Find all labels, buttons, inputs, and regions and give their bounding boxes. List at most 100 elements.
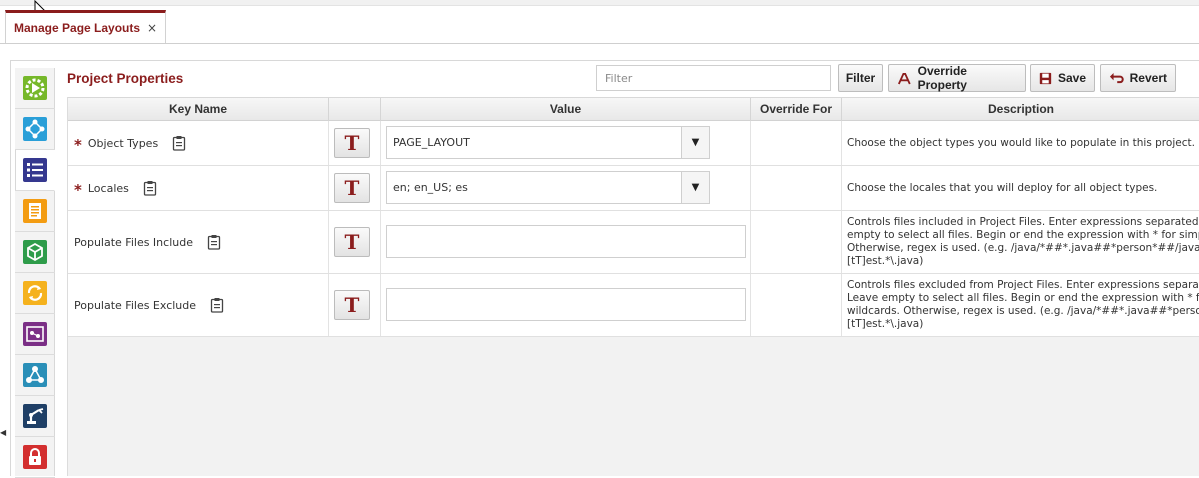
tab-manage-page-layouts[interactable]: Manage Page Layouts × [5,10,167,43]
properties-table: Key Name Value Override For Description … [67,97,1199,476]
table-row: * Object Types T PAGE_LAYOUT ▼ Choose th… [68,121,1199,166]
sidebar-item-refresh[interactable] [15,273,55,314]
description-line: [tT]est.*\.java) [847,255,924,267]
sidebar-item-workflow[interactable] [15,314,55,355]
key-name: Populate Files Exclude [74,298,197,312]
description-line: empty to select all files. Begin or end … [847,229,1199,241]
sidebar [15,68,55,478]
column-header-key-name[interactable]: Key Name [68,98,329,121]
clipboard-icon[interactable] [207,234,221,250]
description-line: Leave empty to select all files. Begin o… [847,292,1199,304]
override-property-button[interactable]: Override Property [888,64,1026,92]
sidebar-item-box[interactable] [15,232,55,273]
dropdown-arrow-icon[interactable]: ▼ [681,172,709,203]
text-type-button[interactable]: T [334,290,370,320]
tab-label: Manage Page Layouts [14,21,141,35]
type-cell: T [329,211,381,273]
filter-button-label: Filter [845,71,876,85]
play-gear-icon [23,76,47,100]
save-button[interactable]: Save [1030,64,1095,92]
value-cell: en; en_US; es ▼ [381,166,751,210]
sidebar-item-hierarchy[interactable] [15,355,55,396]
floppy-disk-icon [1039,72,1052,84]
table-row: Populate Files Exclude T Controls files … [68,274,1199,337]
description-cell: Choose the locales that you will deploy … [842,166,1199,210]
box-icon [23,240,47,264]
clipboard-icon[interactable] [172,135,186,151]
text-type-button[interactable]: T [334,227,370,257]
locales-select[interactable]: en; en_US; es ▼ [386,171,710,204]
lock-icon [23,445,47,469]
override-for-cell [751,121,842,165]
key-name-cell: * Locales [68,166,329,210]
sidebar-item-network[interactable] [15,109,55,150]
text-type-icon: T [344,230,360,254]
text-type-icon: T [344,131,360,155]
collapse-arrow-icon[interactable]: ◀ [0,428,6,438]
key-name: Object Types [87,136,159,150]
value-cell [381,274,751,336]
sidebar-item-security[interactable] [15,437,55,478]
table-row: * Locales T en; en_US; es ▼ Choose the l… [68,166,1199,211]
text-type-icon: T [344,293,360,317]
value-cell: PAGE_LAYOUT ▼ [381,121,751,165]
top-strip [0,0,1199,6]
description-cell: Controls files included in Project Files… [842,211,1199,273]
robot-arm-icon [23,404,47,428]
key-name: Locales [87,181,129,195]
filter-input[interactable] [596,65,831,91]
key-name: Populate Files Include [74,235,193,249]
table-header: Key Name Value Override For Description [68,97,1199,121]
revert-button[interactable]: Revert [1100,64,1176,92]
description-line: Controls files included in Project Files… [847,216,1199,228]
populate-files-exclude-input[interactable] [386,288,746,321]
document-icon [23,199,47,223]
column-header-type [329,98,381,121]
type-cell: T [329,121,381,165]
override-button-label: Override Property [917,64,967,92]
hierarchy-icon [23,363,47,387]
text-type-button[interactable]: T [334,128,370,158]
required-marker: * [74,136,82,154]
text-type-icon: T [344,176,360,200]
column-header-override-for[interactable]: Override For [751,98,842,121]
override-for-cell [751,274,842,336]
sidebar-item-list[interactable] [15,150,55,191]
type-cell: T [329,166,381,210]
tab-bar: Manage Page Layouts × [0,8,1199,44]
description-line: Choose the object types you would like t… [847,137,1195,149]
page-title: Project Properties [67,71,184,86]
object-types-select[interactable]: PAGE_LAYOUT ▼ [386,126,710,159]
close-icon[interactable]: × [147,21,157,35]
filter-button[interactable]: Filter [838,64,883,92]
description-line: Otherwise, regex is used. (e.g. /java/*#… [847,242,1199,254]
column-header-description[interactable]: Description [842,98,1199,121]
populate-files-include-input[interactable] [386,225,746,258]
dropdown-arrow-icon[interactable]: ▼ [681,127,709,158]
override-for-cell [751,211,842,273]
select-value: PAGE_LAYOUT [393,136,470,149]
description-line: Choose the locales that you will deploy … [847,182,1158,194]
override-for-cell [751,166,842,210]
description-cell: Choose the object types you would like t… [842,121,1199,165]
description-cell: Controls files excluded from Project Fil… [842,274,1199,336]
value-cell [381,211,751,273]
type-cell: T [329,274,381,336]
select-value: en; en_US; es [393,181,468,194]
table-row: Populate Files Include T Controls files … [68,211,1199,274]
key-name-cell: Populate Files Exclude [68,274,329,336]
sidebar-item-document[interactable] [15,191,55,232]
required-marker: * [74,181,82,199]
clipboard-icon[interactable] [143,180,157,196]
list-icon [23,158,47,182]
key-name-cell: * Object Types [68,121,329,165]
refresh-icon [23,281,47,305]
description-line: [tT]est.*\.java) [847,318,924,330]
description-line: wildcards. Otherwise, regex is used. (e.… [847,305,1199,317]
network-nodes-icon [23,117,47,141]
column-header-value[interactable]: Value [381,98,751,121]
clipboard-icon[interactable] [210,297,224,313]
sidebar-item-automation[interactable] [15,396,55,437]
text-type-button[interactable]: T [334,173,370,203]
sidebar-item-run[interactable] [15,68,55,109]
